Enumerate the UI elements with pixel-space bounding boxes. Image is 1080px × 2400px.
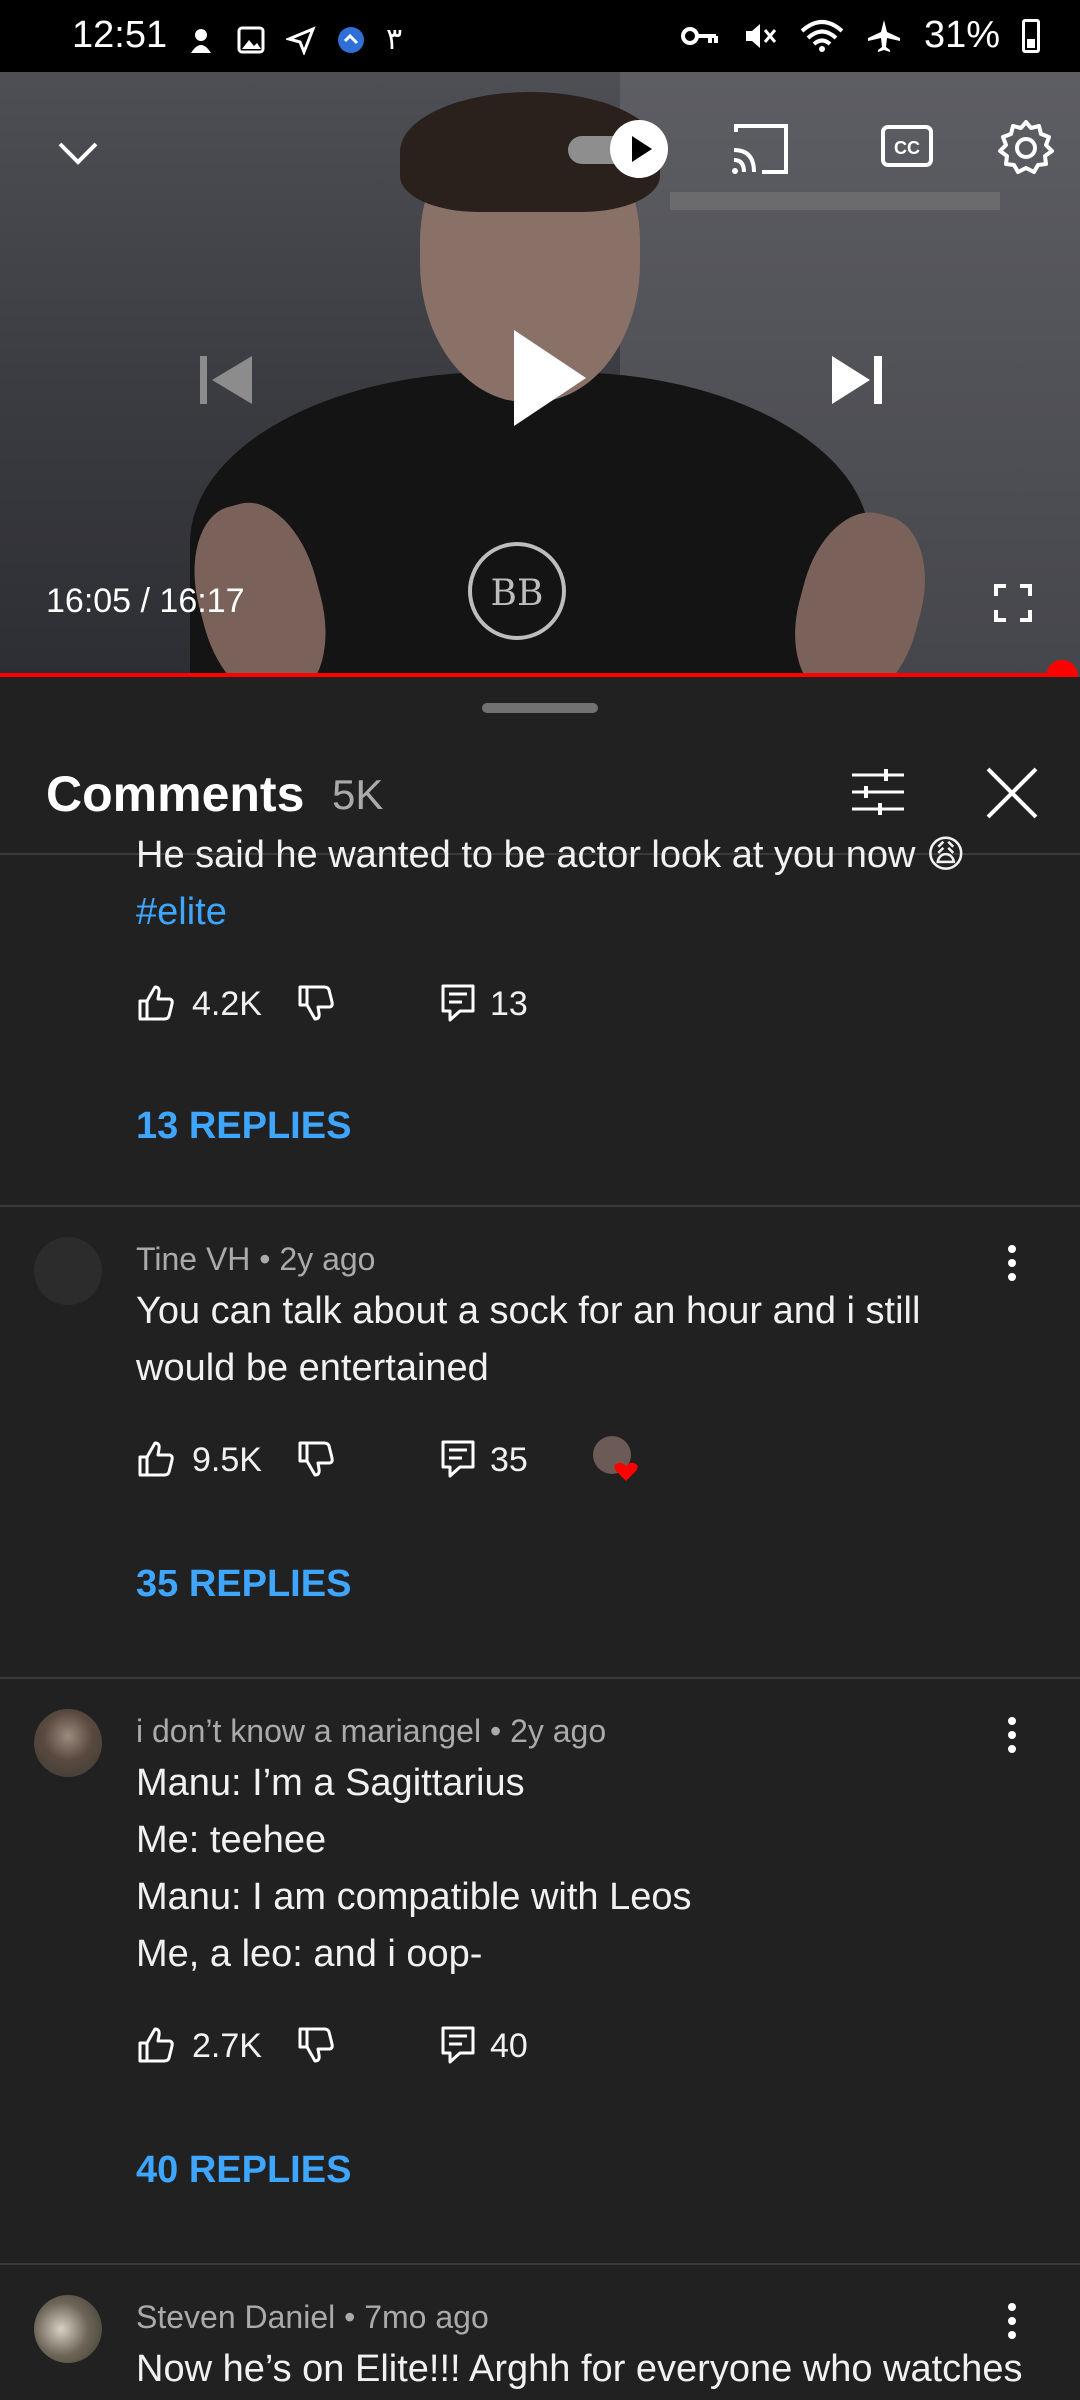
- video-time: 16:05 / 16:17: [46, 582, 245, 620]
- comment-meta[interactable]: Steven Daniel • 7mo ago: [136, 2299, 489, 2336]
- view-replies-button[interactable]: 35 REPLIES: [136, 1563, 351, 1606]
- close-icon[interactable]: [984, 765, 1040, 821]
- comment-thread: i don’t know a mariangel • 2y ago Manu: …: [0, 1679, 1080, 2265]
- view-replies-button[interactable]: 40 REPLIES: [136, 2149, 351, 2192]
- dislike-icon[interactable]: [296, 2025, 336, 2065]
- battery-percent: 31%: [923, 14, 1000, 56]
- video-player[interactable]: BB CC 16:05 / 16:17: [0, 72, 1080, 677]
- reply-icon[interactable]: [440, 1439, 476, 1479]
- system-icons: 31%: [680, 14, 1040, 57]
- captions-icon[interactable]: CC: [880, 124, 934, 168]
- comment-meta[interactable]: Tine VH • 2y ago: [136, 1241, 375, 1278]
- like-count: 9.5K: [192, 1441, 262, 1479]
- cast-icon[interactable]: [728, 120, 792, 178]
- autoplay-knob: [610, 120, 668, 178]
- comment-text: Manu: I’m a Sagittarius Me: teehee Manu:…: [136, 1755, 1016, 1983]
- comment-text: Now he’s on Elite!!! Arghh for everyone …: [136, 2341, 1056, 2398]
- reply-icon[interactable]: [440, 2025, 476, 2065]
- next-icon[interactable]: [830, 350, 886, 410]
- dislike-icon[interactable]: [296, 1439, 336, 1479]
- comment-actions: 2.7K 40: [136, 2025, 836, 2075]
- avatar[interactable]: [34, 1237, 102, 1305]
- comment-line: Manu: I am compatible with Leos: [136, 1876, 692, 1918]
- comment-line: would be entertained: [136, 1347, 489, 1389]
- like-icon[interactable]: [136, 2025, 176, 2065]
- comment-line: Now he’s on Elite!!! Arghh for everyone …: [136, 2348, 1023, 2390]
- comment-actions: 9.5K 35: [136, 1436, 836, 1489]
- progress-bar[interactable]: [0, 673, 1062, 677]
- app-badge-icon: [338, 26, 364, 53]
- avatar[interactable]: [34, 1709, 102, 1777]
- comment-thread: Steven Daniel • 7mo ago Now he’s on Elit…: [0, 2265, 1080, 2400]
- comments-panel: Comments 5K He said he wanted to be acto…: [0, 685, 1080, 2400]
- status-bar: 12:51 ٣ 31%: [0, 0, 1080, 72]
- comment-line: Manu: I’m a Sagittarius: [136, 1762, 525, 1804]
- more-options-icon[interactable]: [1000, 1715, 1024, 1755]
- settings-gear-icon[interactable]: [996, 118, 1056, 178]
- like-icon[interactable]: [136, 983, 176, 1023]
- comment-thread: Tine VH • 2y ago You can talk about a so…: [0, 1207, 1080, 1679]
- more-options-icon[interactable]: [1000, 1243, 1024, 1283]
- notification-icons: ٣: [186, 22, 402, 57]
- shirt-logo: BB: [468, 542, 566, 640]
- previous-icon[interactable]: [196, 350, 256, 410]
- send-icon: [286, 25, 316, 55]
- comment-text: He said he wanted to be actor look at yo…: [136, 827, 1016, 941]
- more-options-icon[interactable]: [1000, 2301, 1024, 2341]
- like-icon[interactable]: [136, 1439, 176, 1479]
- view-replies-button[interactable]: 13 REPLIES: [136, 1105, 351, 1148]
- reply-count: 35: [490, 1441, 528, 1479]
- hashtag-link[interactable]: #elite: [136, 884, 1016, 941]
- mute-icon: [745, 23, 777, 48]
- airplane-icon: [867, 19, 900, 52]
- comment-line: You can talk about a sock for an hour an…: [136, 1290, 921, 1332]
- reply-icon[interactable]: [440, 983, 476, 1023]
- status-extra: ٣: [386, 23, 403, 56]
- comment-line: Me: teehee: [136, 1819, 327, 1861]
- wifi-icon: [800, 19, 844, 52]
- comments-count: 5K: [332, 771, 384, 818]
- chevron-down-icon[interactable]: [50, 124, 106, 180]
- svg-text:CC: CC: [894, 138, 920, 158]
- like-count: 4.2K: [192, 985, 262, 1023]
- reply-count: 13: [490, 985, 528, 1023]
- app-icon: [191, 28, 211, 53]
- play-small-icon: [632, 136, 652, 162]
- comment-line: Me, a leo: and i oop-: [136, 1933, 483, 1975]
- creator-heart-icon: [593, 1436, 638, 1481]
- autoplay-toggle[interactable]: [568, 120, 668, 180]
- avatar[interactable]: [34, 2295, 102, 2363]
- vpn-key-icon: [680, 26, 718, 45]
- status-time: 12:51: [72, 14, 168, 56]
- comments-title: Comments: [46, 766, 305, 822]
- comment-actions: 4.2K 13: [136, 983, 836, 1033]
- comment-meta[interactable]: i don’t know a mariangel • 2y ago: [136, 1713, 606, 1750]
- reply-count: 40: [490, 2027, 528, 2065]
- drag-handle[interactable]: [482, 703, 598, 713]
- comment-thread: He said he wanted to be actor look at yo…: [0, 834, 1080, 1207]
- sort-filter-icon[interactable]: [850, 767, 906, 817]
- battery-icon: [1022, 18, 1040, 53]
- dislike-icon[interactable]: [296, 983, 336, 1023]
- play-icon[interactable]: [510, 326, 590, 430]
- gallery-icon: [237, 26, 265, 53]
- comment-text: You can talk about a sock for an hour an…: [136, 1283, 1016, 1397]
- fullscreen-icon[interactable]: [994, 584, 1032, 622]
- like-count: 2.7K: [192, 2027, 262, 2065]
- video-shelf: [670, 192, 1000, 210]
- comment-line: He said he wanted to be actor look at yo…: [136, 834, 966, 876]
